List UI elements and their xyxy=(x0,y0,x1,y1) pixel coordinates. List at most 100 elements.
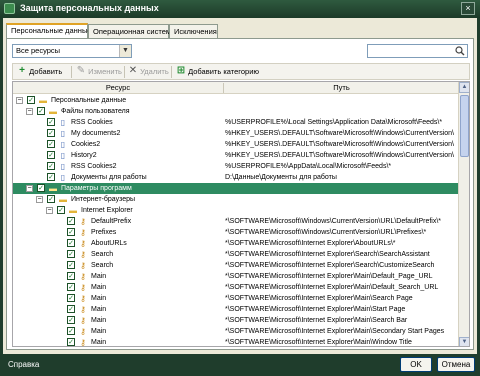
key-icon: ⚷ xyxy=(80,272,86,281)
table-row[interactable]: ✓ ▯ My documents2 %HKEY_USERS\.DEFAULT\Soft… xyxy=(13,128,459,139)
path-cell: %HKEY_USERS\.DEFAULT\Software\Microsoft\… xyxy=(225,130,455,137)
delete-x-icon: ✕ xyxy=(128,65,138,76)
checkbox-checked-icon[interactable]: ✓ xyxy=(67,239,75,247)
table-row[interactable]: ✓ ⚷ Search *\SOFTWARE\Microsoft\Internet Ex… xyxy=(13,249,459,260)
table-row[interactable]: ✓ ▯ Cookies2 %HKEY_USERS\.DEFAULT\Software\… xyxy=(13,139,459,150)
add-category-button[interactable]: ⊞ Добавить категорию xyxy=(176,66,259,78)
checkbox-checked-icon[interactable]: ✓ xyxy=(47,173,55,181)
checkbox-checked-icon[interactable]: ✓ xyxy=(67,305,75,313)
vertical-scrollbar[interactable]: ▲ ▼ xyxy=(458,82,469,346)
resource-name: Интернет-браузеры xyxy=(71,196,136,203)
table-row[interactable]: ✓ ⚷ Main *\SOFTWARE\Microsoft\Internet Expl… xyxy=(13,282,459,293)
checkbox-checked-icon[interactable]: ✓ xyxy=(27,96,35,104)
file-icon: ▯ xyxy=(60,140,66,149)
resource-name: Prefixes xyxy=(91,229,117,236)
checkbox-checked-icon[interactable]: ✓ xyxy=(67,217,75,225)
expander-icon[interactable]: − xyxy=(46,207,53,214)
edit-button-label: Изменить xyxy=(88,67,122,76)
dialog-body: Персональные данные Операционная система… xyxy=(3,18,477,354)
tab-exclusions[interactable]: Исключения xyxy=(169,24,218,39)
tab-personal-data[interactable]: Персональные данные xyxy=(6,23,92,39)
key-icon: ⚷ xyxy=(80,305,86,314)
pencil-icon: ✎ xyxy=(76,65,86,76)
kaspersky-app-icon xyxy=(4,3,15,14)
resource-cell: ✓ ⚷ DefaultPrefix xyxy=(13,216,221,227)
search-input[interactable] xyxy=(367,44,468,58)
add-button-label: Добавить xyxy=(29,67,63,76)
column-header-path[interactable]: Путь xyxy=(224,82,459,94)
table-row[interactable]: ✓ ▯ History2 %HKEY_USERS\.DEFAULT\Software\… xyxy=(13,150,459,161)
dialog-footer: Справка OK Отмена xyxy=(0,354,480,376)
checkbox-checked-icon[interactable]: ✓ xyxy=(47,195,55,203)
resource-filter-select[interactable]: Все ресурсы ▼ xyxy=(12,44,132,58)
chevron-down-icon[interactable]: ▼ xyxy=(119,45,131,57)
checkbox-checked-icon[interactable]: ✓ xyxy=(57,206,65,214)
checkbox-checked-icon[interactable]: ✓ xyxy=(37,184,45,192)
checkbox-checked-icon[interactable]: ✓ xyxy=(47,140,55,148)
checkbox-checked-icon[interactable]: ✓ xyxy=(67,283,75,291)
table-row[interactable]: − ✓ ▬ Персональные данные xyxy=(13,95,459,106)
table-row[interactable]: ✓ ⚷ DefaultPrefix *\SOFTWARE\Microsoft\Wind… xyxy=(13,216,459,227)
checkbox-checked-icon[interactable]: ✓ xyxy=(67,261,75,269)
expander-icon[interactable]: − xyxy=(16,97,23,104)
table-row[interactable]: ✓ ⚷ Main *\SOFTWARE\Microsoft\Internet Expl… xyxy=(13,326,459,337)
folder-icon: ▬ xyxy=(49,107,57,116)
checkbox-checked-icon[interactable]: ✓ xyxy=(67,272,75,280)
tab-operating-system[interactable]: Операционная система xyxy=(88,24,175,39)
table-row[interactable]: ✓ ⚷ Main *\SOFTWARE\Microsoft\Internet Expl… xyxy=(13,271,459,282)
table-row[interactable]: ✓ ▯ RSS Cookies2 %USERPROFILE%\AppData\Loca… xyxy=(13,161,459,172)
table-row[interactable]: ✓ ⚷ Prefixes *\SOFTWARE\Microsoft\Windows\C… xyxy=(13,227,459,238)
table-row[interactable]: ✓ ▯ Документы для работы D:\Данные\Документ… xyxy=(13,172,459,183)
path-cell: D:\Данные\Документы для работы xyxy=(225,174,337,181)
add-button[interactable]: + Добавить xyxy=(17,66,62,78)
checkbox-checked-icon[interactable]: ✓ xyxy=(67,228,75,236)
checkbox-checked-icon[interactable]: ✓ xyxy=(47,162,55,170)
checkbox-checked-icon[interactable]: ✓ xyxy=(67,250,75,258)
search-icon[interactable] xyxy=(455,46,465,56)
resource-cell: ✓ ⚷ AboutURLs xyxy=(13,238,221,249)
expander-icon[interactable]: − xyxy=(26,185,33,192)
checkbox-checked-icon[interactable]: ✓ xyxy=(67,327,75,335)
table-row[interactable]: ✓ ▯ RSS Cookies %USERPROFILE%\Local Setting… xyxy=(13,117,459,128)
table-row[interactable]: − ✓ ▬ Internet Explorer xyxy=(13,205,459,216)
help-link[interactable]: Справка xyxy=(8,360,39,369)
resource-cell: ✓ ▯ History2 xyxy=(13,150,221,161)
table-row[interactable]: ✓ ⚷ Main *\SOFTWARE\Microsoft\Internet Expl… xyxy=(13,304,459,315)
ok-button[interactable]: OK xyxy=(400,357,432,372)
checkbox-checked-icon[interactable]: ✓ xyxy=(67,294,75,302)
resource-cell: ✓ ▯ Cookies2 xyxy=(13,139,221,150)
resource-name: Файлы пользователя xyxy=(61,108,130,115)
checkbox-checked-icon[interactable]: ✓ xyxy=(47,118,55,126)
path-cell xyxy=(225,205,459,216)
checkbox-checked-icon[interactable]: ✓ xyxy=(47,151,55,159)
expander-icon[interactable]: − xyxy=(26,108,33,115)
resource-name: Персональные данные xyxy=(51,97,127,104)
table-row[interactable]: ✓ ⚷ AboutURLs *\SOFTWARE\Microsoft\Internet… xyxy=(13,238,459,249)
toolbar-divider xyxy=(71,66,72,78)
cancel-button[interactable]: Отмена xyxy=(437,357,475,372)
scrollbar-thumb[interactable] xyxy=(460,95,469,157)
expander-icon[interactable]: − xyxy=(36,196,43,203)
scroll-down-arrow-icon[interactable]: ▼ xyxy=(459,337,469,346)
resource-name: Internet Explorer xyxy=(81,207,133,214)
table-row[interactable]: − ✓ ▬ Параметры программ xyxy=(13,183,459,194)
column-header-resource[interactable]: Ресурс xyxy=(13,82,223,94)
delete-button-label: Удалить xyxy=(140,67,169,76)
table-row[interactable]: − ✓ ▬ Интернет-браузеры xyxy=(13,194,459,205)
table-row[interactable]: − ✓ ▬ Файлы пользователя xyxy=(13,106,459,117)
close-button[interactable]: × xyxy=(461,2,475,15)
checkbox-checked-icon[interactable]: ✓ xyxy=(67,316,75,324)
delete-button[interactable]: ✕ Удалить xyxy=(128,66,169,78)
checkbox-checked-icon[interactable]: ✓ xyxy=(37,107,45,115)
table-row[interactable]: ✓ ⚷ Main *\SOFTWARE\Microsoft\Internet Expl… xyxy=(13,315,459,326)
table-row[interactable]: ✓ ⚷ Search *\SOFTWARE\Microsoft\Internet Ex… xyxy=(13,260,459,271)
table-row[interactable]: ✓ ⚷ Main *\SOFTWARE\Microsoft\Internet Expl… xyxy=(13,337,459,346)
checkbox-checked-icon[interactable]: ✓ xyxy=(47,129,55,137)
resource-cell: ✓ ⚷ Main xyxy=(13,271,221,282)
scroll-up-arrow-icon[interactable]: ▲ xyxy=(459,82,469,93)
edit-button[interactable]: ✎ Изменить xyxy=(76,66,122,78)
key-icon: ⚷ xyxy=(80,327,86,336)
checkbox-checked-icon[interactable]: ✓ xyxy=(67,338,75,346)
table-row[interactable]: ✓ ⚷ Main *\SOFTWARE\Microsoft\Internet Expl… xyxy=(13,293,459,304)
resource-filter-value: Все ресурсы xyxy=(16,46,61,55)
